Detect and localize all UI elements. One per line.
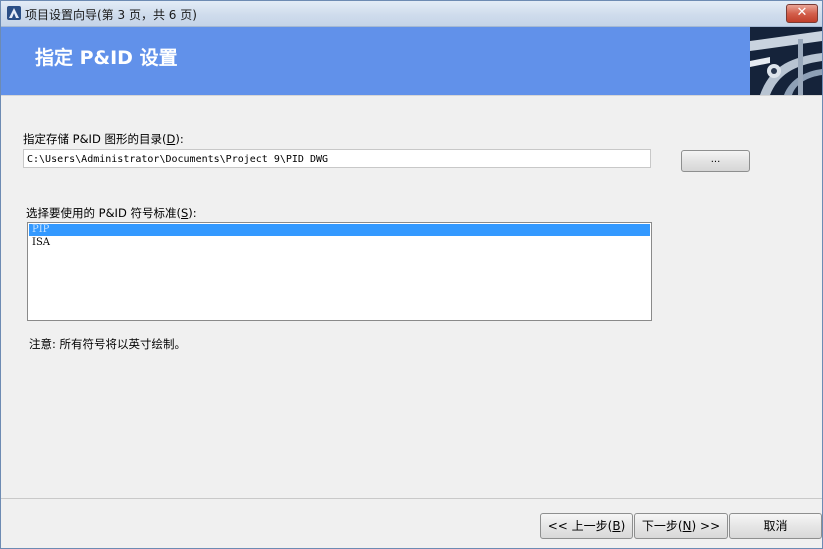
- directory-hotkey: D: [166, 132, 176, 146]
- window-title: 项目设置向导(第 3 页，共 6 页): [25, 8, 197, 22]
- list-item-pip[interactable]: PIP: [29, 224, 650, 236]
- close-button[interactable]: ✕: [786, 4, 818, 23]
- back-button[interactable]: << 上一步(B): [540, 513, 633, 539]
- next-button[interactable]: 下一步(N) >>: [634, 513, 728, 539]
- close-icon: ✕: [796, 5, 808, 20]
- page-title: 指定 P&ID 设置: [35, 47, 178, 69]
- header-banner: 指定 P&ID 设置: [1, 27, 822, 95]
- cancel-button[interactable]: 取消: [729, 513, 822, 539]
- list-item-isa[interactable]: ISA: [29, 237, 650, 249]
- directory-label: 指定存储 P&ID 图形的目录(D):: [23, 132, 184, 146]
- footer-divider: [1, 498, 822, 499]
- title-bar[interactable]: 项目设置向导(第 3 页，共 6 页) ✕: [1, 1, 822, 27]
- piping-image: [750, 27, 822, 95]
- browse-button[interactable]: ...: [681, 150, 750, 172]
- header-divider: [1, 95, 822, 96]
- standard-label: 选择要使用的 P&ID 符号标准(S):: [26, 206, 197, 220]
- directory-path-input[interactable]: C:\Users\Administrator\Documents\Project…: [23, 149, 651, 168]
- autocad-app-icon: [7, 6, 21, 20]
- symbol-standard-list[interactable]: PIP ISA: [27, 222, 652, 321]
- inch-note: 注意: 所有符号将以英寸绘制。: [29, 337, 187, 351]
- wizard-window: 项目设置向导(第 3 页，共 6 页) ✕ 指定 P&ID 设置 指定存储 P&…: [0, 0, 823, 549]
